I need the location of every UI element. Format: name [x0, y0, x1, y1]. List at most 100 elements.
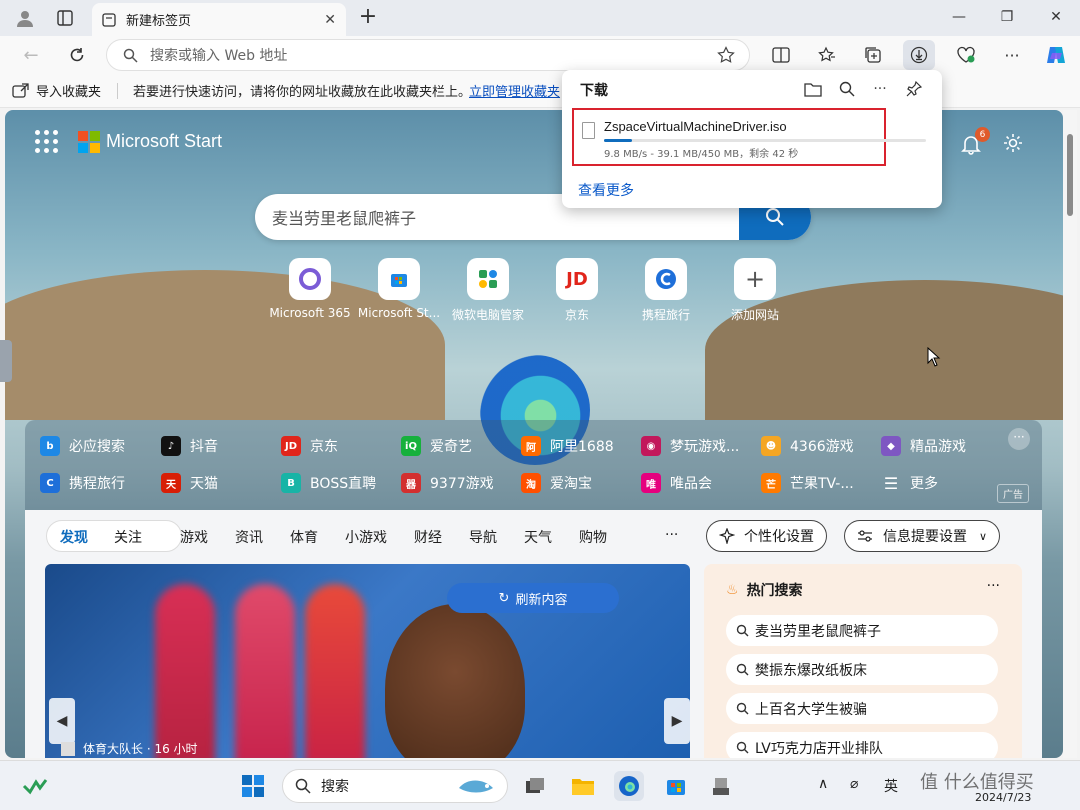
trending-item[interactable]: LV巧克力店开业排队 [726, 732, 998, 758]
site-link[interactable]: ☻ 4366游戏 [761, 436, 854, 456]
category-tab[interactable]: 游戏 [180, 527, 208, 547]
quick-link[interactable]: Microsoft St... [354, 258, 444, 320]
ime-indicator[interactable]: 英 [884, 776, 898, 796]
widgets-icon[interactable] [20, 771, 50, 801]
microsoft-logo [78, 130, 100, 153]
collections-icon[interactable] [857, 40, 889, 70]
personalize-button[interactable]: 个性化设置 [706, 520, 827, 552]
downloads-button[interactable] [903, 40, 935, 70]
task-view-icon[interactable] [520, 771, 550, 801]
search-icon [766, 208, 784, 226]
trending-more-button[interactable]: ··· [987, 578, 1000, 594]
import-favorites-button[interactable]: 导入收藏夹 [12, 81, 101, 100]
site-link[interactable]: 天天猫 [161, 473, 218, 493]
site-link[interactable]: iQ 爱奇艺 [401, 436, 472, 456]
scrollbar-thumb[interactable] [1067, 134, 1073, 216]
quick-link[interactable]: 微软电脑管家 [443, 258, 533, 323]
page-scrollbar[interactable] [1063, 110, 1077, 758]
feed-settings-label: 信息提要设置 [883, 529, 967, 545]
see-more-link[interactable]: 查看更多 [578, 180, 634, 200]
file-explorer-icon[interactable] [568, 771, 598, 801]
category-tab[interactable]: 资讯 [235, 527, 263, 547]
tab-close-icon[interactable]: ✕ [324, 12, 336, 28]
quick-link[interactable]: Microsoft 365 [265, 258, 355, 320]
downloads-more-icon[interactable]: ··· [869, 78, 891, 100]
site-link[interactable]: 唯唯品会 [641, 473, 712, 493]
new-tab-button[interactable]: + [354, 5, 382, 31]
more-menu-icon[interactable]: ··· [996, 40, 1028, 70]
watermark: 值 什么值得买 [920, 772, 1034, 793]
profile-icon[interactable] [12, 6, 38, 30]
favorite-star-icon[interactable] [717, 46, 735, 64]
minimize-button[interactable]: — [935, 0, 983, 34]
quick-link[interactable]: JD 京东 [532, 258, 622, 323]
quick-link[interactable]: 携程旅行 [621, 258, 711, 323]
edge-taskbar-icon[interactable] [614, 771, 644, 801]
tab-actions-icon[interactable] [52, 6, 78, 30]
usb-drive-icon[interactable] [706, 771, 736, 801]
hero-next-button[interactable]: ▶ [664, 698, 690, 744]
tab-follow[interactable]: 关注 [114, 527, 142, 547]
taskbar-search[interactable]: 搜索 [282, 769, 508, 803]
copilot-icon[interactable] [1040, 40, 1072, 70]
browser-essentials-icon[interactable] [950, 40, 982, 70]
mango-tv-icon: 芒 [761, 473, 781, 493]
open-folder-icon[interactable] [802, 78, 824, 100]
more-sites-link[interactable]: ☰ 更多 [881, 473, 938, 493]
site-link[interactable]: b 必应搜索 [40, 436, 125, 456]
category-more-button[interactable]: ··· [665, 527, 678, 543]
manage-favorites-link[interactable]: 立即管理收藏夹 [469, 81, 560, 100]
site-link[interactable]: 芒芒果TV-... [761, 473, 854, 493]
start-button[interactable] [238, 771, 268, 801]
download-item[interactable]: ZspaceVirtualMachineDriver.iso 9.8 MB/s … [572, 108, 926, 166]
tab-discover[interactable]: 发现 [60, 527, 88, 547]
site-link[interactable]: JD 京东 [281, 436, 338, 456]
hero-image-person [385, 604, 525, 758]
address-bar[interactable]: 搜索或输入 Web 地址 [106, 39, 750, 71]
site-link[interactable]: ◆ 精品游戏 [881, 436, 966, 456]
pin-icon[interactable] [903, 78, 925, 100]
page-settings-gear-icon[interactable] [1002, 132, 1024, 154]
hero-prev-button[interactable]: ◀ [49, 698, 75, 744]
refresh-content-button[interactable]: ↻ 刷新内容 [447, 583, 619, 613]
microsoft-365-icon [289, 258, 331, 300]
gamepad-icon: ◆ [881, 436, 901, 456]
trending-item[interactable]: 上百名大学生被骗 [726, 693, 998, 724]
add-site-button[interactable]: + 添加网站 [710, 258, 800, 323]
back-button[interactable]: ← [16, 41, 46, 69]
tab-new-tab[interactable]: 新建标签页 ✕ [92, 3, 346, 36]
category-tab[interactable]: 财经 [414, 527, 442, 547]
vipshop-icon: 唯 [641, 473, 661, 493]
feed-settings-button[interactable]: 信息提要设置 ∨ [844, 520, 1001, 552]
split-screen-icon[interactable] [765, 40, 797, 70]
app-launcher-icon[interactable] [35, 130, 58, 153]
search-downloads-icon[interactable] [836, 78, 858, 100]
9377-game-icon: 器 [401, 473, 421, 493]
site-link[interactable]: 阿阿里1688 [521, 436, 614, 456]
site-link[interactable]: C 携程旅行 [40, 473, 125, 493]
hero-image-flag [155, 584, 215, 758]
category-tab[interactable]: 小游戏 [345, 527, 387, 547]
sidebar-handle[interactable] [0, 340, 12, 382]
category-tab[interactable]: 体育 [290, 527, 318, 547]
site-link[interactable]: 淘爱淘宝 [521, 473, 592, 493]
close-window-button[interactable]: ✕ [1032, 0, 1080, 34]
tray-expand-icon[interactable]: ∧ [818, 776, 828, 792]
category-tab[interactable]: 天气 [524, 527, 552, 547]
category-tab[interactable]: 购物 [579, 527, 607, 547]
favorites-icon[interactable] [811, 40, 843, 70]
site-link[interactable]: B BOSS直聘 [281, 473, 376, 493]
site-link[interactable]: ◉ 梦玩游戏... [641, 436, 739, 456]
trending-item[interactable]: 麦当劳里老鼠爬裤子 [726, 615, 998, 646]
maximize-button[interactable]: ❐ [983, 0, 1031, 34]
panel-more-options-button[interactable]: ··· [1008, 428, 1030, 450]
category-tab[interactable]: 导航 [469, 527, 497, 547]
hero-news-card[interactable]: ↻ 刷新内容 ◀ ▶ 体育大队长 · 16 小时 [45, 564, 690, 758]
network-icon[interactable]: ⌀ [850, 776, 858, 792]
site-link[interactable]: ♪ 抖音 [161, 436, 218, 456]
site-link[interactable]: 器 9377游戏 [401, 473, 494, 493]
store-taskbar-icon[interactable] [661, 771, 691, 801]
refresh-button[interactable] [62, 41, 92, 69]
quick-link-label: Microsoft St... [357, 306, 441, 320]
trending-item[interactable]: 樊振东爆改纸板床 [726, 654, 998, 685]
